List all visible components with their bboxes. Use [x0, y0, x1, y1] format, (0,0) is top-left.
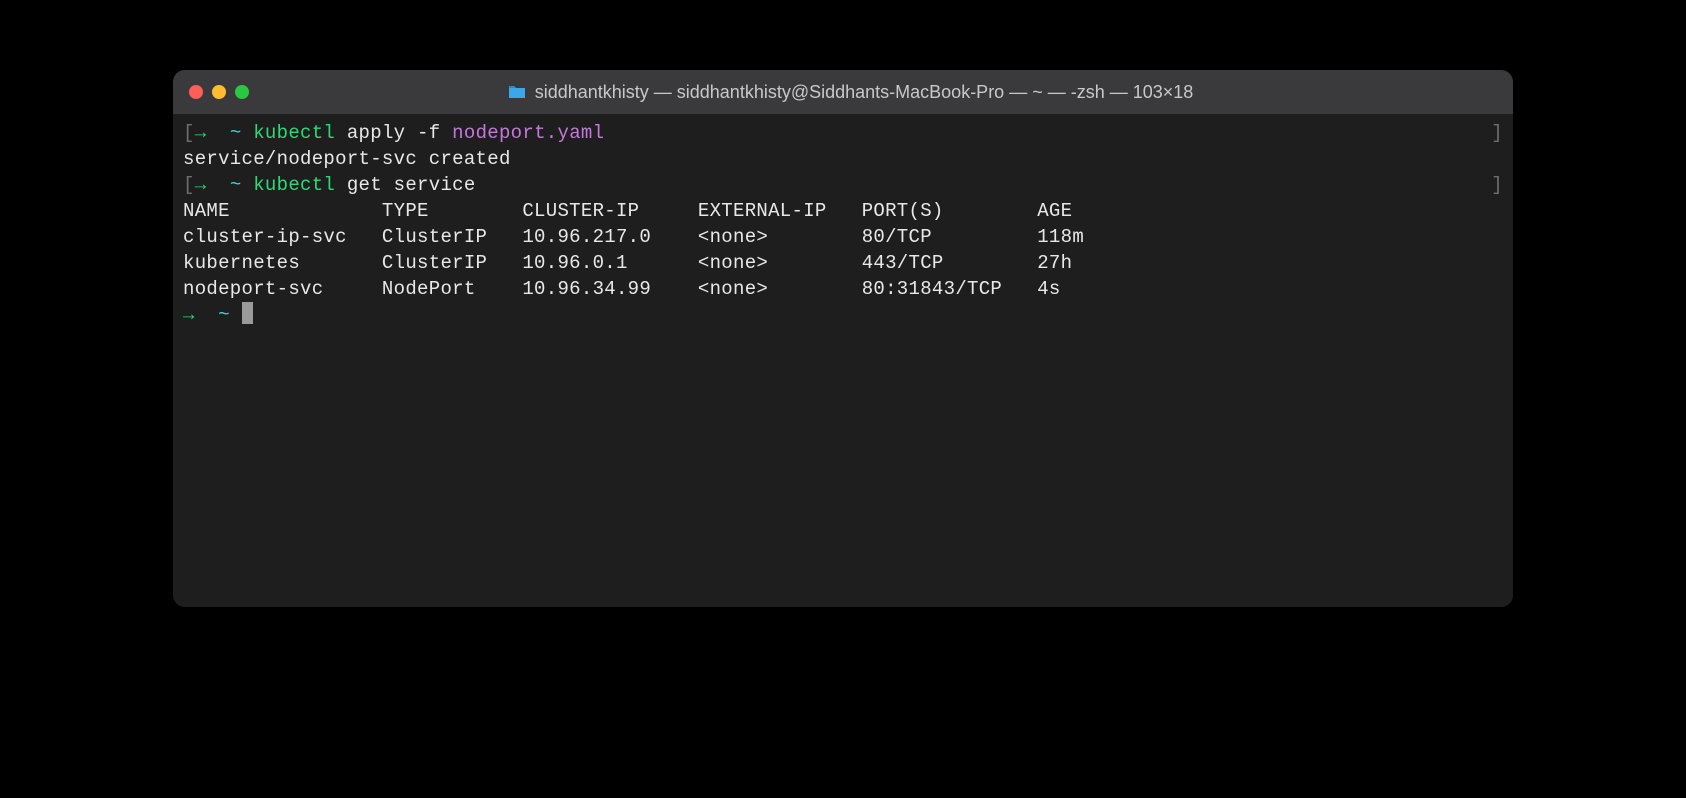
prompt-bracket: [: [183, 174, 195, 196]
command-args: get service: [347, 174, 476, 196]
prompt-arrow: →: [195, 122, 207, 144]
close-button[interactable]: [189, 85, 203, 99]
terminal-line: [→ ~ kubectl get service]: [183, 172, 1503, 198]
terminal-prompt[interactable]: → ~: [183, 302, 1503, 328]
command-filename: nodeport.yaml: [452, 122, 604, 144]
terminal-body[interactable]: [→ ~ kubectl apply -f nodeport.yaml]serv…: [173, 114, 1513, 607]
prompt-path: ~: [230, 122, 242, 144]
prompt-bracket: [: [183, 122, 195, 144]
command-kubectl: kubectl: [253, 122, 335, 144]
terminal-window: siddhantkhisty — siddhantkhisty@Siddhant…: [173, 70, 1513, 607]
terminal-output: service/nodeport-svc created: [183, 146, 1503, 172]
prompt-path: ~: [218, 304, 230, 326]
table-row: cluster-ip-svc ClusterIP 10.96.217.0 <no…: [183, 224, 1503, 250]
prompt-arrow: →: [195, 174, 207, 196]
cursor: [242, 302, 253, 324]
terminal-line: [→ ~ kubectl apply -f nodeport.yaml]: [183, 120, 1503, 146]
prompt-bracket: ]: [1491, 120, 1503, 146]
table-row: kubernetes ClusterIP 10.96.0.1 <none> 44…: [183, 250, 1503, 276]
window-title: siddhantkhisty — siddhantkhisty@Siddhant…: [535, 82, 1194, 103]
window-titlebar: siddhantkhisty — siddhantkhisty@Siddhant…: [173, 70, 1513, 114]
prompt-arrow: →: [183, 304, 195, 326]
folder-icon: [507, 84, 527, 100]
table-row: nodeport-svc NodePort 10.96.34.99 <none>…: [183, 276, 1503, 302]
command-args: apply -f: [347, 122, 441, 144]
prompt-path: ~: [230, 174, 242, 196]
command-kubectl: kubectl: [253, 174, 335, 196]
table-header-row: NAME TYPE CLUSTER-IP EXTERNAL-IP PORT(S)…: [183, 198, 1503, 224]
title-content: siddhantkhisty — siddhantkhisty@Siddhant…: [203, 82, 1497, 103]
prompt-bracket: ]: [1491, 172, 1503, 198]
